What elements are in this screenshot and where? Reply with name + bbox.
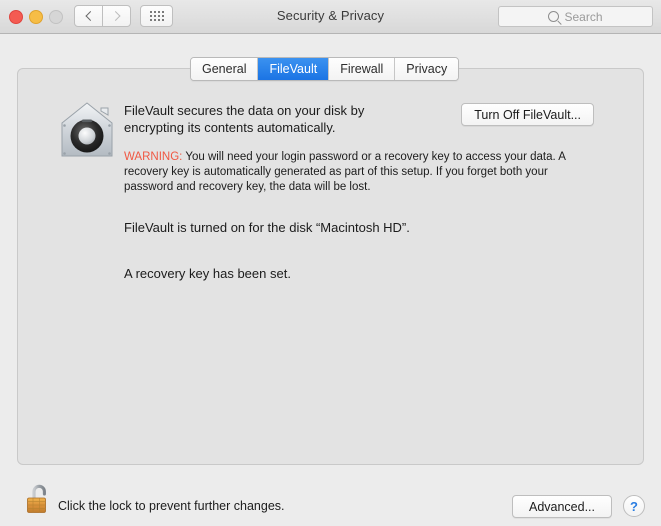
filevault-status-recovery-key: A recovery key has been set. (124, 266, 291, 281)
filevault-description: FileVault secures the data on your disk … (124, 103, 365, 135)
tab-filevault[interactable]: FileVault (258, 58, 330, 80)
help-button[interactable]: ? (623, 495, 645, 517)
window-titlebar: Security & Privacy Search (0, 0, 661, 34)
turn-off-filevault-label: Turn Off FileVault... (474, 107, 581, 122)
warning-label: WARNING: (124, 151, 183, 163)
warning-text: You will need your login password or a r… (124, 151, 566, 193)
unlocked-padlock-icon[interactable] (25, 482, 53, 516)
tab-firewall[interactable]: Firewall (329, 58, 396, 80)
tab-general[interactable]: General (191, 58, 259, 80)
lock-hint-text: Click the lock to prevent further change… (58, 499, 285, 513)
filevault-vault-icon (61, 102, 113, 157)
search-icon (548, 11, 560, 22)
filevault-warning: WARNING: You will need your login passwo… (124, 150, 576, 195)
advanced-button-label: Advanced... (528, 499, 595, 514)
filevault-status-disk: FileVault is turned on for the disk “Mac… (124, 220, 410, 235)
preference-tabs[interactable]: General FileVault Firewall Privacy (190, 57, 460, 81)
help-button-label: ? (630, 498, 638, 514)
security-privacy-window: Security & Privacy Search General FileVa… (0, 0, 661, 526)
turn-off-filevault-button[interactable]: Turn Off FileVault... (461, 103, 594, 126)
filevault-panel: FileVault secures the data on your disk … (17, 68, 644, 465)
advanced-button[interactable]: Advanced... (512, 495, 612, 518)
tab-privacy[interactable]: Privacy (395, 58, 459, 80)
search-input[interactable]: Search (498, 6, 653, 27)
search-placeholder: Search (564, 9, 603, 24)
